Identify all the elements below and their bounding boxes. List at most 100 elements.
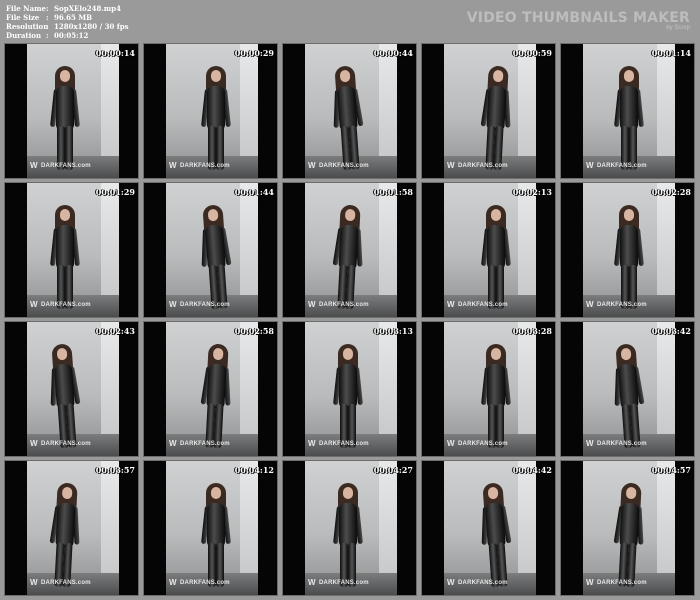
watermark: W DARKFANS.com <box>586 439 647 448</box>
person-figure <box>481 342 511 450</box>
thumbnail-6[interactable]: 00:01:29 W DARKFANS.com <box>4 182 139 318</box>
duration-row: Duration : 00:05:12 <box>6 31 129 40</box>
figure-body <box>206 363 227 409</box>
thumbnail-7[interactable]: 00:01:44 W DARKFANS.com <box>143 182 278 318</box>
video-frame <box>444 322 536 456</box>
watermark-logo-icon: W <box>308 300 316 309</box>
file-info-panel: File Name : SopXElo248.mp4 File Size : 9… <box>6 4 129 40</box>
resolution-row: Resolution : 1280x1280 / 30 fps <box>6 22 129 31</box>
thumbnail-19[interactable]: 00:04:42 W DARKFANS.com <box>421 460 556 596</box>
thumbnail-4[interactable]: 00:00:59 W DARKFANS.com <box>421 43 556 179</box>
watermark: W DARKFANS.com <box>447 301 508 309</box>
figure-face <box>624 70 634 82</box>
figure-body <box>55 502 76 548</box>
figure-face <box>56 347 68 361</box>
watermark-text: DARKFANS.com <box>597 301 647 308</box>
watermark: W DARKFANS.com <box>586 579 647 587</box>
watermark: W DARKFANS.com <box>586 301 647 309</box>
video-frame <box>444 44 536 178</box>
thumbnail-12[interactable]: 00:02:58 W DARKFANS.com <box>143 321 278 457</box>
watermark: W DARKFANS.com <box>308 579 369 587</box>
thumbnail-14[interactable]: 00:03:28 W DARKFANS.com <box>421 321 556 457</box>
video-frame <box>305 183 397 317</box>
watermark-logo-icon: W <box>447 578 455 587</box>
watermark-logo-icon: W <box>30 300 38 309</box>
watermark-text: DARKFANS.com <box>319 301 369 308</box>
thumbnail-16[interactable]: 00:03:57 W DARKFANS.com <box>4 460 139 596</box>
info-separator: : <box>46 22 49 31</box>
watermark-logo-icon: W <box>308 439 316 448</box>
video-frame <box>305 44 397 178</box>
thumbnail-timestamp: 00:02:43 <box>95 326 135 336</box>
watermark-text: DARKFANS.com <box>597 579 647 586</box>
person-figure <box>614 64 644 172</box>
watermark: W DARKFANS.com <box>169 578 230 587</box>
thumbnail-17[interactable]: 00:04:12 W DARKFANS.com <box>143 460 278 596</box>
thumbnail-1[interactable]: 00:00:14 W DARKFANS.com <box>4 43 139 179</box>
watermark: W DARKFANS.com <box>447 162 508 170</box>
thumbnail-timestamp: 00:00:59 <box>512 48 552 58</box>
video-frame <box>583 44 675 178</box>
watermark-text: DARKFANS.com <box>458 162 508 169</box>
watermark: W DARKFANS.com <box>447 440 508 448</box>
watermark-logo-icon: W <box>169 439 177 448</box>
figure-face <box>60 70 70 82</box>
thumbnail-timestamp: 00:01:14 <box>651 48 691 58</box>
figure-body <box>56 86 74 130</box>
thumbnail-10[interactable]: 00:02:28 W DARKFANS.com <box>560 182 695 318</box>
duration-label: Duration <box>6 31 42 40</box>
thumbnail-8[interactable]: 00:01:58 W DARKFANS.com <box>282 182 417 318</box>
thumbnail-timestamp: 00:02:13 <box>512 187 552 197</box>
info-separator: : <box>46 31 49 40</box>
watermark-text: DARKFANS.com <box>41 162 91 169</box>
watermark: W DARKFANS.com <box>169 162 230 170</box>
person-figure <box>481 203 511 311</box>
thumbnail-timestamp: 00:00:29 <box>234 48 274 58</box>
thumbnail-timestamp: 00:03:42 <box>651 326 691 336</box>
thumbnail-timestamp: 00:03:28 <box>512 326 552 336</box>
thumbnail-15[interactable]: 00:03:42 W DARKFANS.com <box>560 321 695 457</box>
watermark-logo-icon: W <box>586 161 594 170</box>
watermark-logo-icon: W <box>169 578 177 587</box>
figure-face <box>343 348 353 360</box>
watermark-text: DARKFANS.com <box>458 579 508 586</box>
thumbnail-timestamp: 00:02:58 <box>234 326 274 336</box>
watermark-text: DARKFANS.com <box>180 440 230 447</box>
thumbnail-20[interactable]: 00:04:57 W DARKFANS.com <box>560 460 695 596</box>
watermark-text: DARKFANS.com <box>319 162 369 169</box>
figure-body <box>486 85 507 131</box>
watermark-text: DARKFANS.com <box>41 579 91 586</box>
watermark: W DARKFANS.com <box>30 161 91 170</box>
watermark: W DARKFANS.com <box>30 579 91 587</box>
thumbnail-timestamp: 00:01:58 <box>373 187 413 197</box>
watermark-logo-icon: W <box>30 439 38 448</box>
watermark-text: DARKFANS.com <box>597 162 647 169</box>
figure-body <box>336 85 358 131</box>
watermark-logo-icon: W <box>169 300 177 309</box>
watermark-logo-icon: W <box>586 439 594 448</box>
thumbnail-timestamp: 00:04:12 <box>234 465 274 475</box>
thumbnail-11[interactable]: 00:02:43 W DARKFANS.com <box>4 321 139 457</box>
watermark-text: DARKFANS.com <box>41 301 91 308</box>
video-frame <box>583 461 675 595</box>
video-frame <box>166 461 258 595</box>
person-figure <box>50 64 80 172</box>
thumbnail-timestamp: 00:04:42 <box>512 465 552 475</box>
figure-face <box>491 209 501 221</box>
thumbnail-timestamp: 00:00:44 <box>373 48 413 58</box>
thumbnail-3[interactable]: 00:00:44 W DARKFANS.com <box>282 43 417 179</box>
video-frame <box>305 461 397 595</box>
thumbnail-13[interactable]: 00:03:13 W DARKFANS.com <box>282 321 417 457</box>
figure-face <box>487 486 499 500</box>
thumbnail-2[interactable]: 00:00:29 W DARKFANS.com <box>143 43 278 179</box>
thumbnail-5[interactable]: 00:01:14 W DARKFANS.com <box>560 43 695 179</box>
watermark-text: DARKFANS.com <box>180 162 230 169</box>
watermark-logo-icon: W <box>30 161 38 170</box>
watermark-text: DARKFANS.com <box>597 440 647 447</box>
video-frame <box>27 322 119 456</box>
watermark: W DARKFANS.com <box>30 300 91 309</box>
thumbnail-9[interactable]: 00:02:13 W DARKFANS.com <box>421 182 556 318</box>
resolution-value: 1280x1280 / 30 fps <box>54 22 129 31</box>
thumbnail-18[interactable]: 00:04:27 W DARKFANS.com <box>282 460 417 596</box>
figure-face <box>211 487 221 499</box>
